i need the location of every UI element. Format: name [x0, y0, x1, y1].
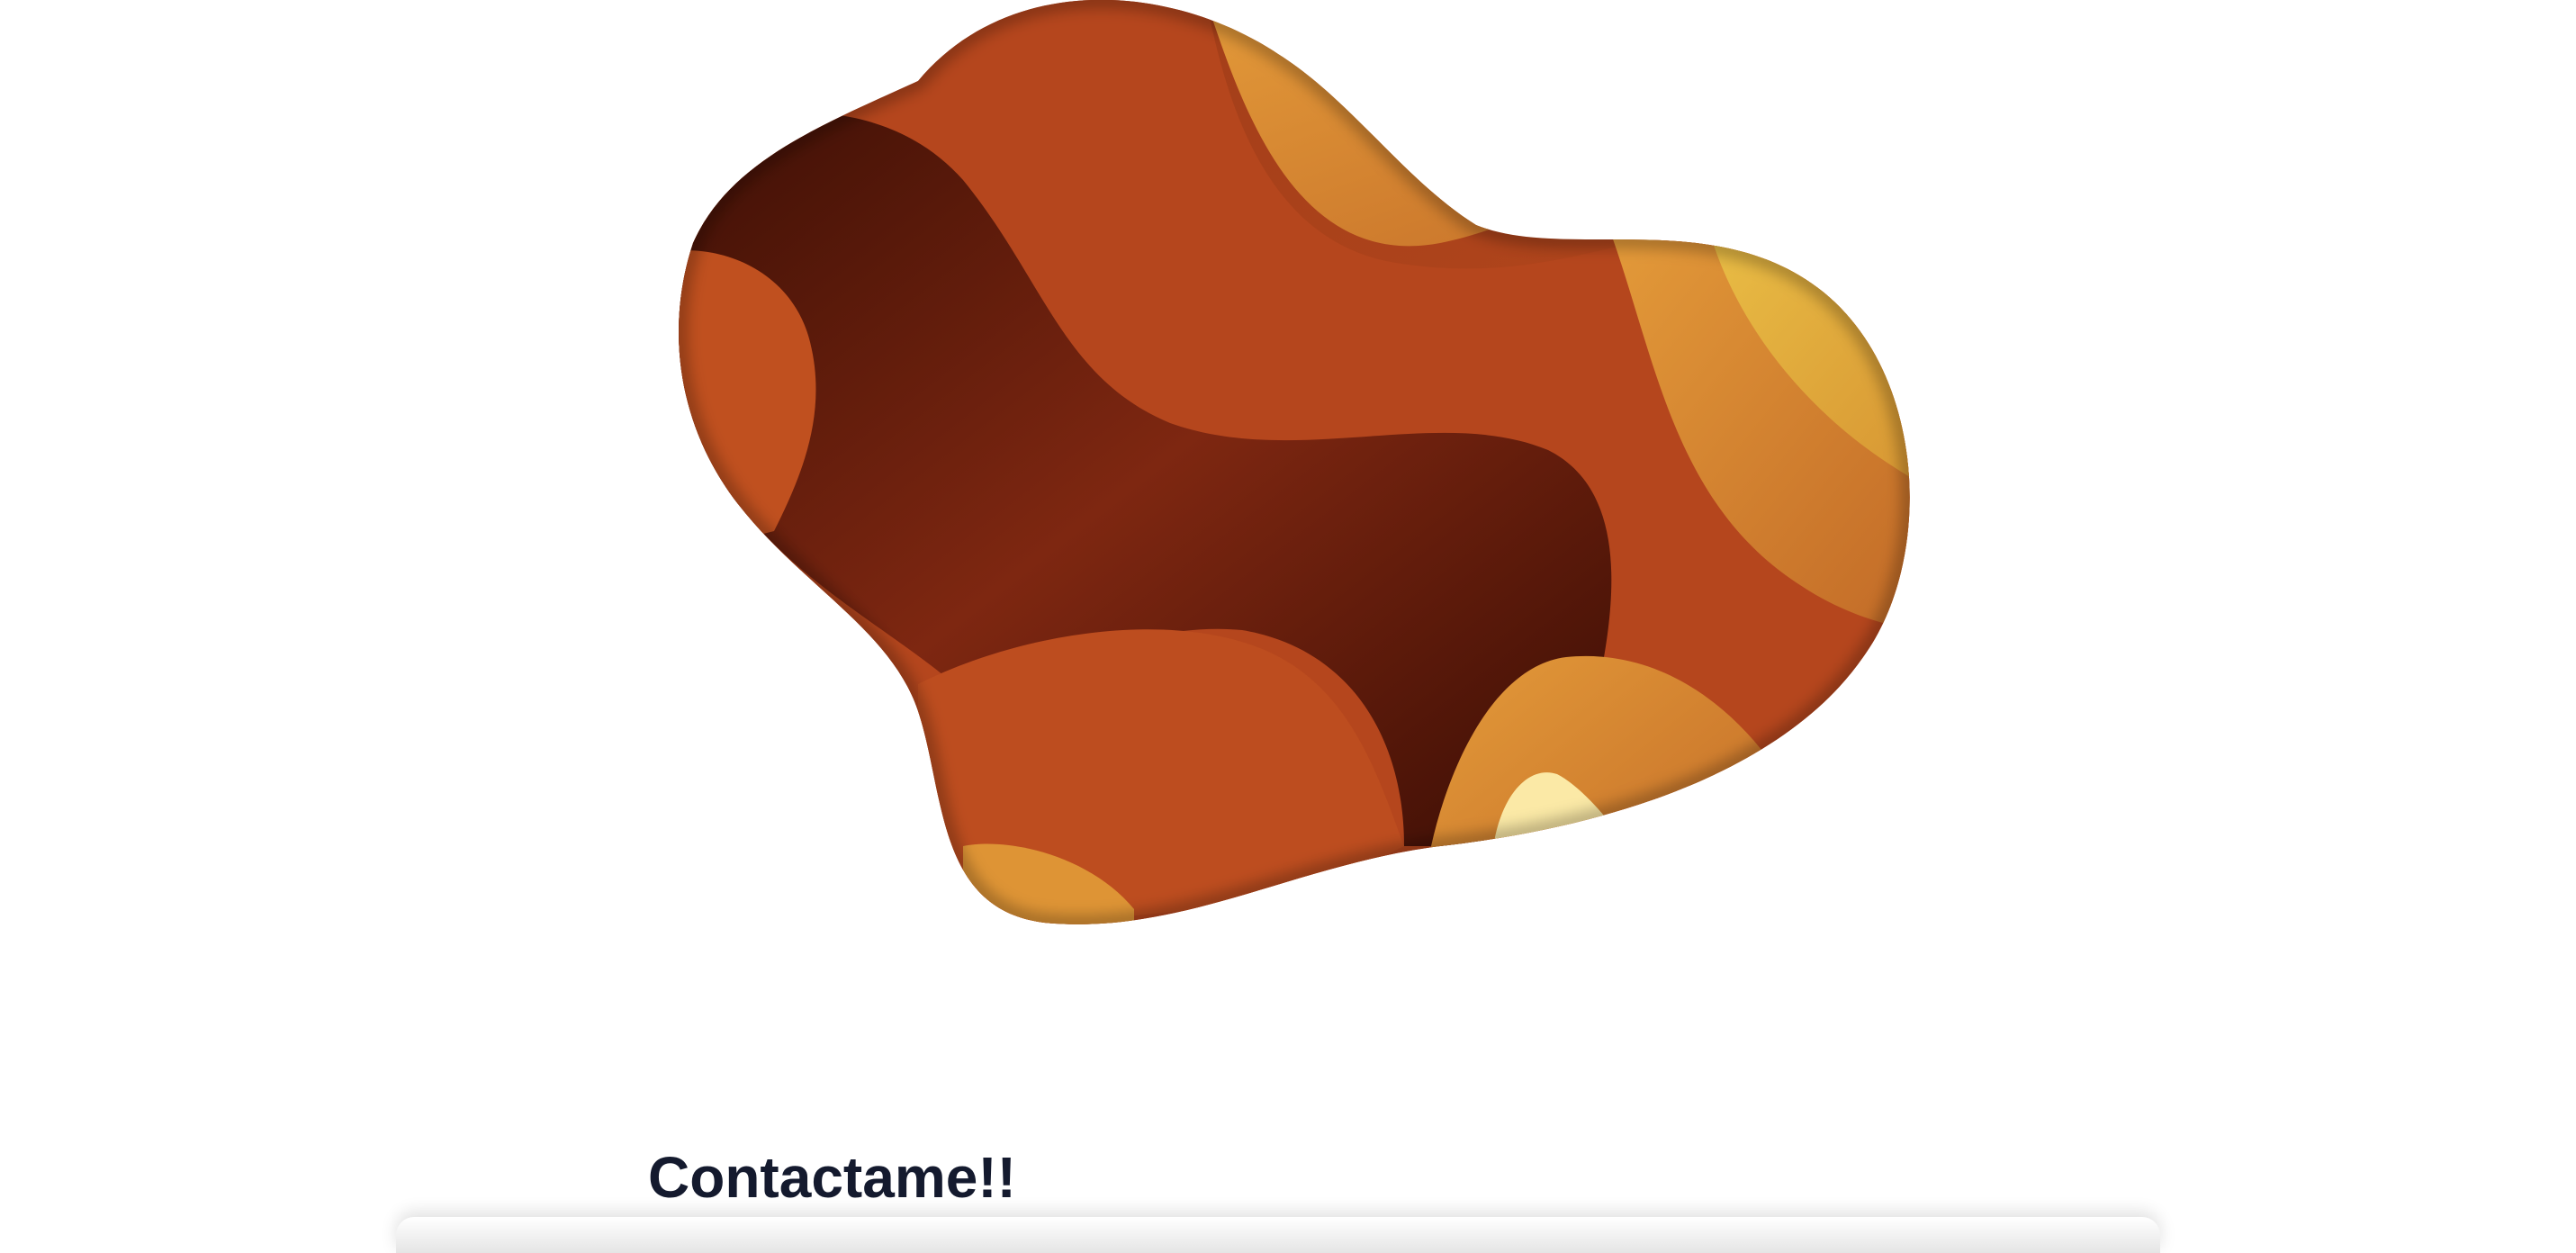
bottom-card-edge [396, 1217, 2160, 1253]
contact-heading: Contactame!! [648, 1145, 1016, 1210]
abstract-blob-illustration-icon [679, 0, 1910, 924]
hero-blob-image [666, 0, 1926, 936]
page: Contactame!! [0, 0, 2576, 1253]
